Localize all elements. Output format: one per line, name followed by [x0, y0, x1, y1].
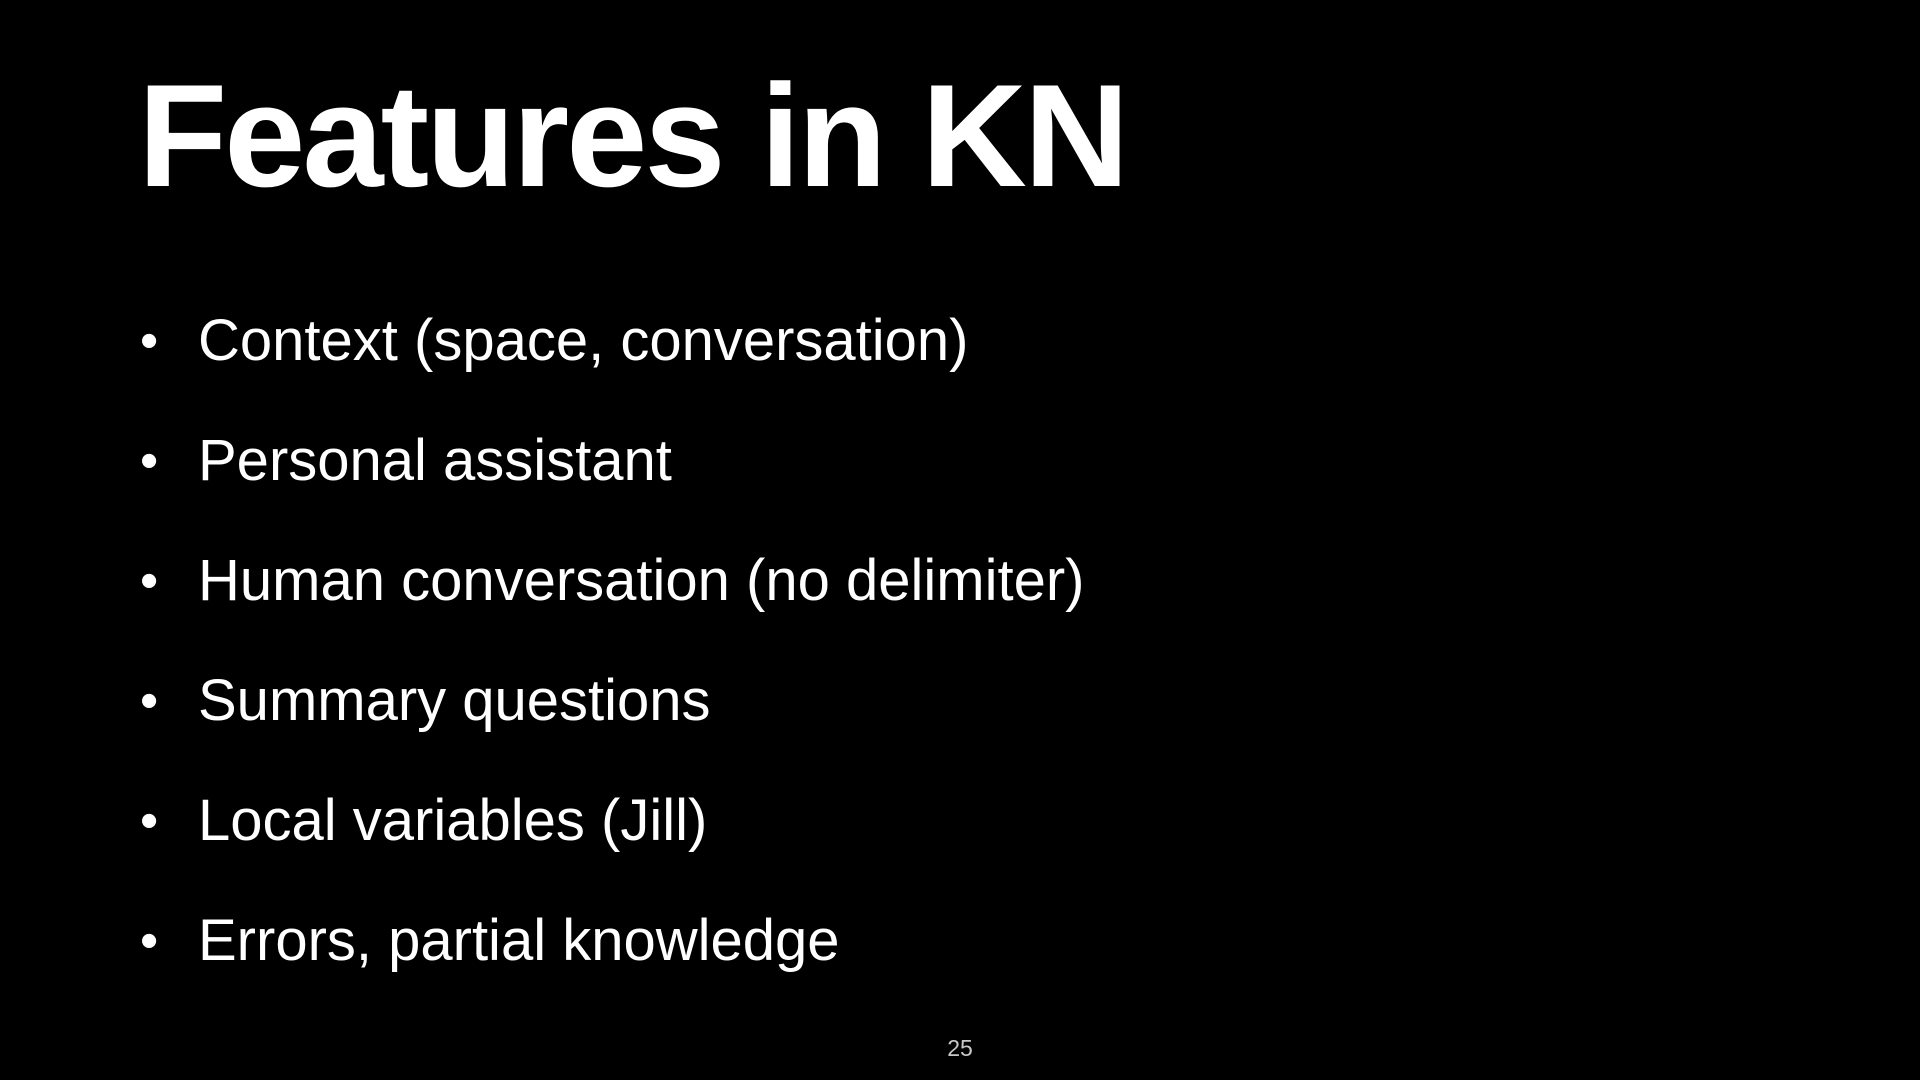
bullet-dot-icon: • [140, 432, 159, 490]
bullet-dot-icon: • [140, 552, 159, 610]
bullet-dot-icon: • [140, 312, 159, 370]
slide: Features in KN • Context (space, convers… [0, 0, 1920, 1080]
bullet-dot-icon: • [140, 912, 159, 970]
page-number: 25 [947, 1035, 973, 1061]
bullet-item: • Personal assistant [138, 420, 1084, 540]
bullet-text: Errors, partial knowledge [198, 908, 840, 973]
bullet-text: Summary questions [198, 668, 711, 733]
bullet-item: • Human conversation (no delimiter) [138, 540, 1084, 660]
bullet-dot-icon: • [140, 792, 159, 850]
bullet-text: Context (space, conversation) [198, 308, 969, 373]
bullet-dot-icon: • [140, 672, 159, 730]
bullet-text: Local variables (Jill) [198, 788, 708, 853]
bullet-item: • Summary questions [138, 660, 1084, 780]
bullet-text: Human conversation (no delimiter) [198, 548, 1085, 613]
bullet-text: Personal assistant [198, 428, 672, 493]
bullet-list: • Context (space, conversation) • Person… [138, 300, 1084, 1020]
bullet-item: • Context (space, conversation) [138, 300, 1084, 420]
bullet-item: • Errors, partial knowledge [138, 900, 1084, 1020]
bullet-item: • Local variables (Jill) [138, 780, 1084, 900]
slide-title: Features in KN [138, 54, 1129, 217]
